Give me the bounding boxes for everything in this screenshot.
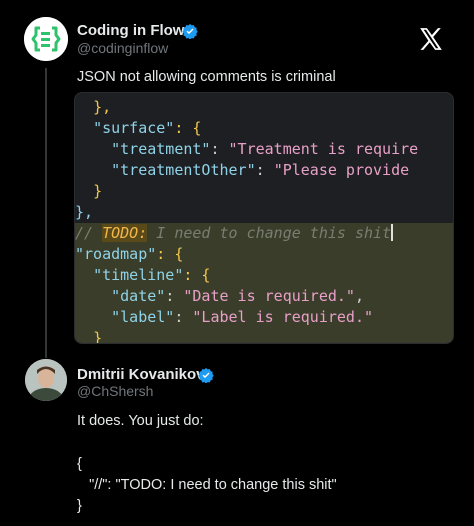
reply-text: It does. You just do:	[77, 413, 204, 429]
code-line: "treatmentOther": "Please provide	[111, 161, 410, 179]
reply-author-handle[interactable]: @ChShersh	[77, 383, 153, 399]
code-line: }	[75, 328, 453, 343]
coding-in-flow-logo-icon	[24, 17, 68, 61]
code-screenshot[interactable]: }, "surface": { "treatment": "Treatment …	[74, 92, 454, 344]
code-line: },	[75, 203, 94, 221]
code-line: "timeline": {	[75, 265, 453, 286]
text-cursor	[391, 224, 394, 241]
code-line: "date": "Date is required.",	[75, 286, 453, 307]
code-line-todo: // TODO: I need to change this shit	[75, 223, 453, 244]
code-line: }	[93, 182, 103, 200]
code-line: "roadmap": {	[75, 244, 453, 265]
x-logo-icon[interactable]	[418, 26, 444, 52]
author-handle[interactable]: @codinginflow	[77, 40, 168, 56]
reply-author-avatar[interactable]	[25, 359, 67, 401]
author-name[interactable]: Coding in Flow	[77, 22, 184, 39]
code-line: "treatment": "Treatment is require	[111, 140, 419, 158]
verified-badge-icon	[198, 368, 214, 383]
reply-code-line: "//": "TODO: I need to change this shit"	[77, 477, 337, 493]
reply-code-line: }	[77, 498, 82, 514]
reply-author-name[interactable]: Dmitrii Kovanikov	[77, 366, 205, 383]
author-avatar[interactable]	[24, 17, 68, 61]
code-line: "surface": {	[93, 119, 202, 137]
person-photo-icon	[25, 359, 67, 401]
reply-code-line: {	[77, 456, 82, 472]
post-text: JSON not allowing comments is criminal	[77, 69, 336, 85]
code-line: },	[93, 98, 112, 116]
code-line: "label": "Label is required."	[75, 307, 453, 328]
thread-connector	[45, 68, 47, 358]
verified-badge-icon	[182, 24, 198, 39]
